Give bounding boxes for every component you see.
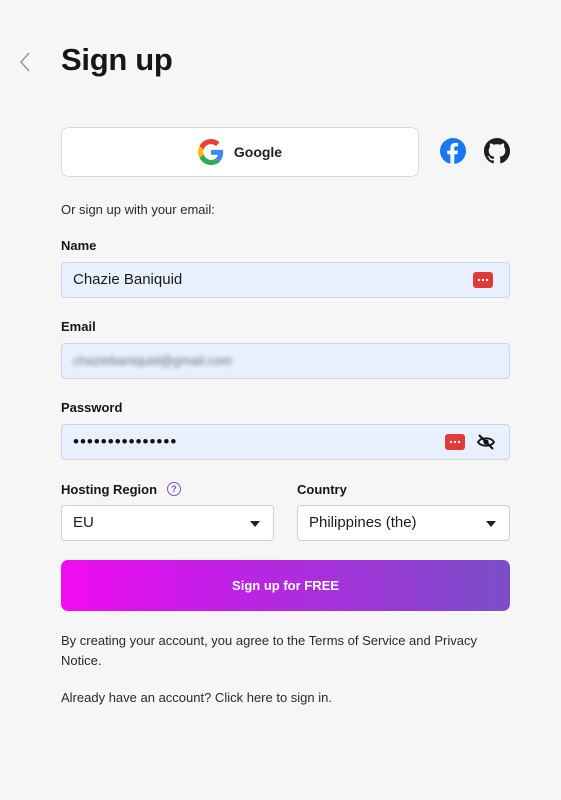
password-value: ••••••••••••••• — [73, 432, 178, 451]
caret-down-icon — [486, 521, 496, 527]
email-label: Email — [61, 319, 96, 334]
password-manager-icon[interactable] — [445, 434, 465, 450]
google-label: Google — [233, 144, 283, 160]
facebook-icon[interactable] — [440, 138, 466, 164]
country-label: Country — [297, 482, 347, 497]
email-value: chaziebaniquid@gmail.com — [73, 353, 233, 368]
help-icon[interactable]: ? — [167, 482, 181, 496]
google-icon — [197, 139, 224, 165]
chevron-left-icon — [19, 52, 30, 72]
page-title: Sign up — [61, 42, 173, 77]
eye-off-icon[interactable] — [476, 433, 496, 451]
hosting-region-label: Hosting Region — [61, 482, 158, 497]
name-label: Name — [61, 238, 97, 253]
hosting-region-select[interactable]: EU — [61, 505, 274, 541]
email-field[interactable]: chaziebaniquid@gmail.com — [61, 343, 510, 379]
help-icon-glyph: ? — [171, 484, 177, 494]
country-select[interactable]: Philippines (the) — [297, 505, 510, 541]
hosting-region-value: EU — [73, 514, 94, 531]
github-icon[interactable] — [484, 138, 510, 164]
google-signup-button[interactable]: Google — [61, 127, 419, 177]
password-manager-icon[interactable] — [473, 272, 493, 288]
name-value: Chazie Baniquid — [73, 271, 183, 288]
back-button[interactable] — [14, 47, 36, 77]
password-field[interactable]: ••••••••••••••• — [61, 424, 510, 460]
password-label: Password — [61, 400, 123, 415]
name-field[interactable]: Chazie Baniquid — [61, 262, 510, 298]
caret-down-icon — [250, 521, 260, 527]
signin-link[interactable]: Already have an account? Click here to s… — [61, 690, 332, 705]
signup-submit-button[interactable]: Sign up for FREE — [61, 560, 510, 611]
country-value: Philippines (the) — [309, 514, 417, 531]
alternate-signup-text: Or sign up with your email: — [61, 202, 215, 217]
terms-notice: By creating your account, you agree to t… — [61, 633, 477, 668]
